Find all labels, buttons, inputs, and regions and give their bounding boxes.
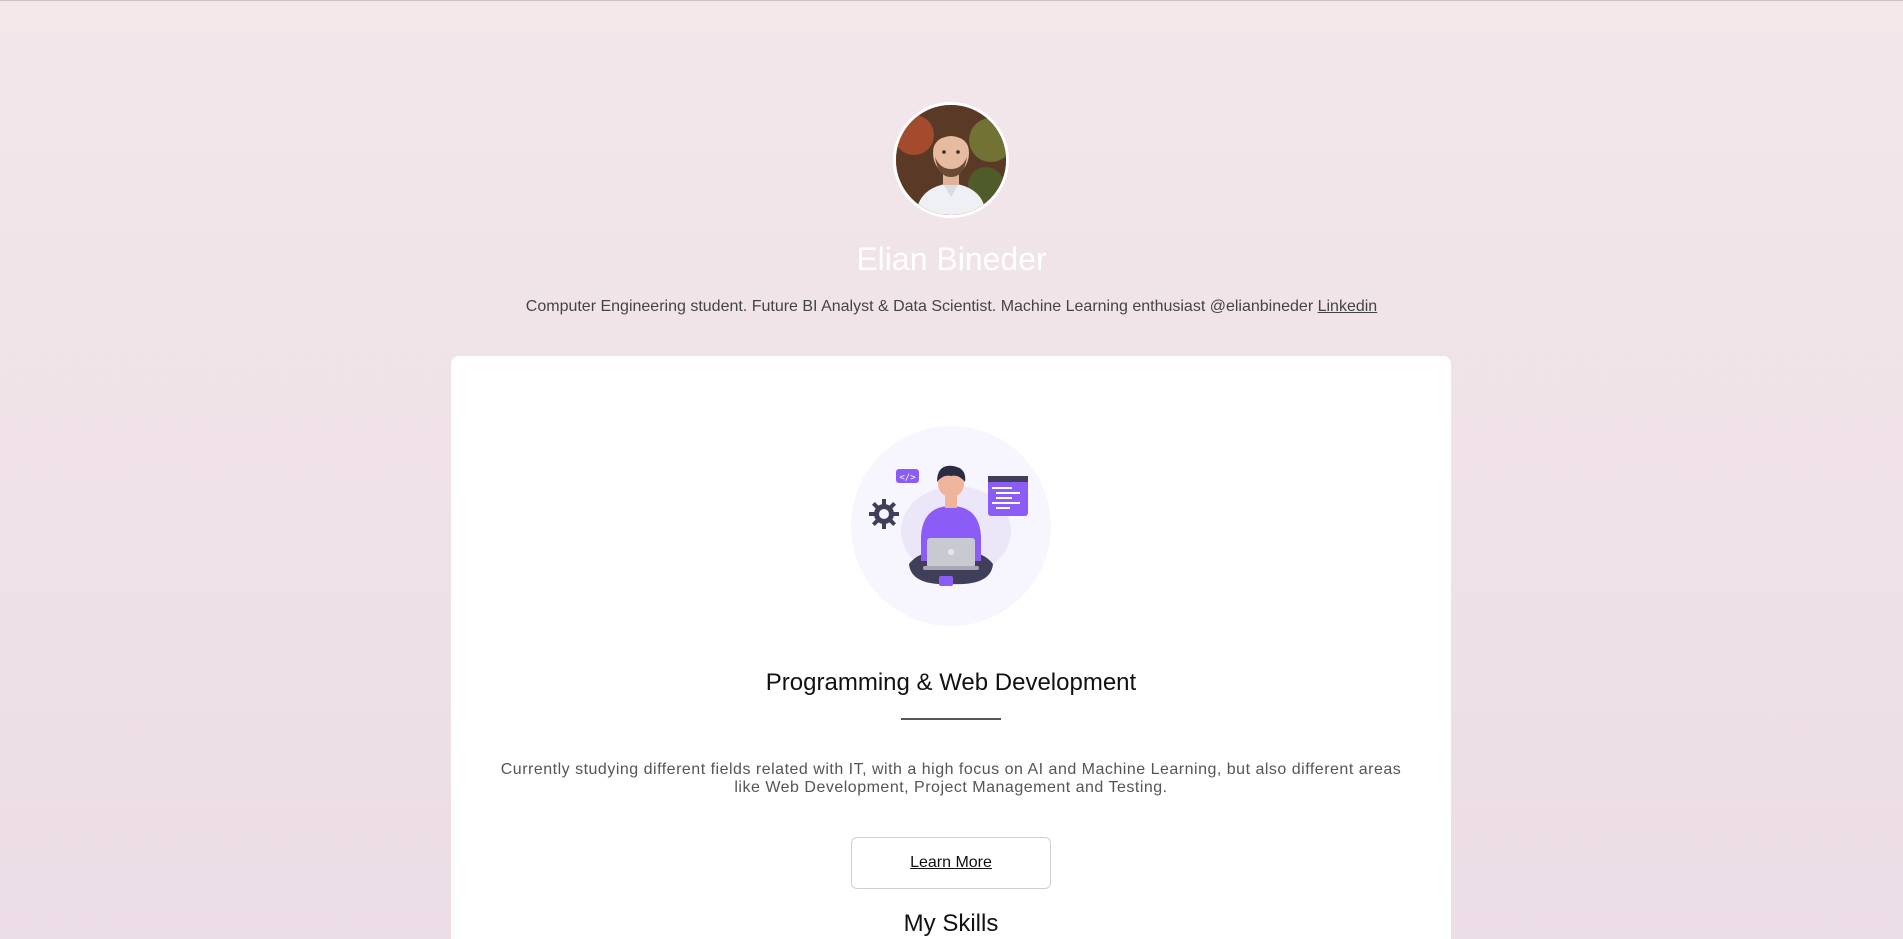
top-border: [0, 0, 1903, 1]
code-window-icon: [988, 476, 1028, 516]
skills-heading: My Skills: [903, 910, 999, 937]
avatar-photo: [896, 105, 1006, 215]
gear-icon: [869, 499, 899, 529]
card-title: Programming & Web Development: [765, 669, 1137, 696]
profile-bio: Computer Engineering student. Future BI …: [0, 297, 1903, 317]
bio-text: Computer Engineering student. Future BI …: [525, 298, 1314, 315]
content-card: </> Programming & Web Development Curren…: [451, 356, 1451, 939]
svg-text:</>: </>: [899, 473, 916, 483]
learn-more-button[interactable]: Learn More: [851, 837, 1051, 889]
title-divider: [901, 718, 1001, 720]
profile-name: Elian Bineder: [856, 241, 1047, 277]
linkedin-link[interactable]: Linkedin: [1318, 298, 1378, 315]
profile-avatar: [893, 102, 1009, 218]
card-description: Currently studying different fields rela…: [500, 761, 1402, 796]
code-tag-icon: </>: [896, 469, 919, 483]
developer-illustration: </>: [851, 426, 1051, 626]
